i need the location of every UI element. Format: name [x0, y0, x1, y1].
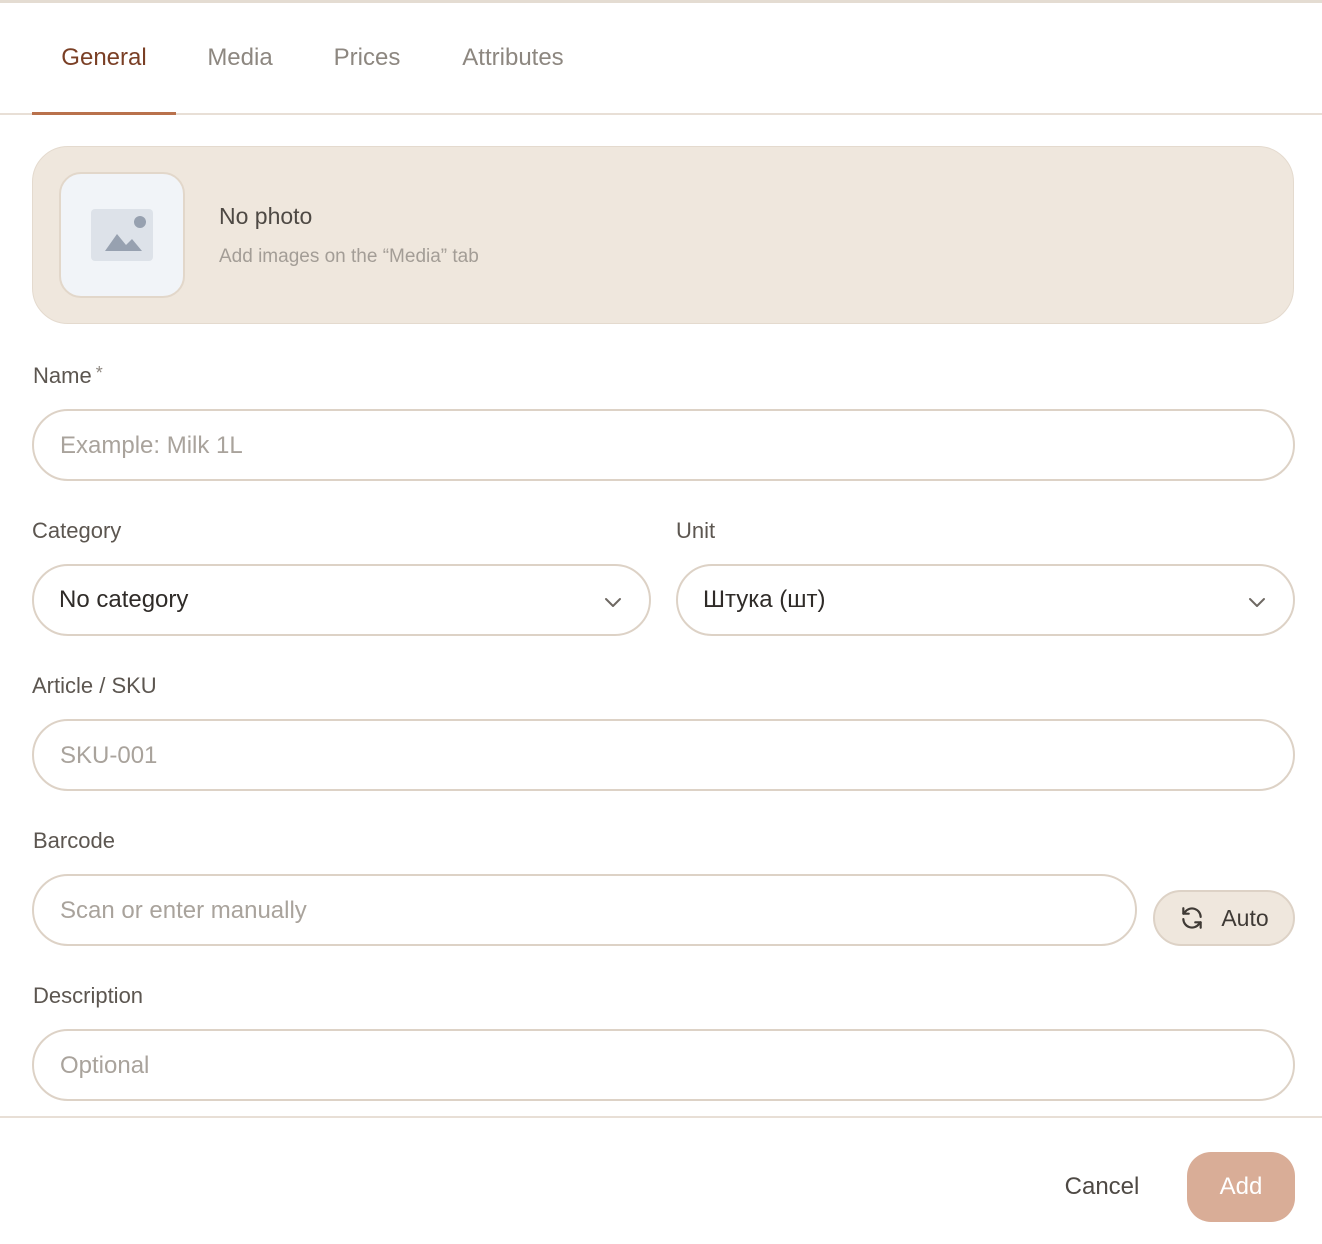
auto-barcode-button[interactable]: Auto	[1153, 890, 1295, 946]
unit-label: Unit	[676, 518, 716, 543]
category-label: Category	[32, 518, 122, 543]
barcode-input[interactable]	[58, 876, 1115, 946]
description-field[interactable]	[32, 1029, 1295, 1101]
name-input[interactable]	[58, 411, 1273, 481]
category-select[interactable]: No category	[32, 564, 651, 636]
add-button[interactable]: Add	[1187, 1152, 1295, 1222]
photo-panel: No photo Add images on the “Media” tab	[32, 146, 1294, 324]
footer-divider	[0, 1116, 1322, 1118]
auto-button-label: Auto	[1221, 904, 1269, 931]
sku-input[interactable]	[58, 721, 1273, 791]
chevron-down-icon	[1249, 598, 1265, 607]
sku-field[interactable]	[32, 719, 1295, 791]
refresh-icon	[1182, 907, 1203, 929]
tab-media[interactable]: Media	[192, 3, 288, 113]
tab-attributes[interactable]: Attributes	[446, 3, 580, 113]
add-product-form: General Media Prices Attributes No photo…	[0, 0, 1322, 1244]
unit-select[interactable]: Штука (шт)	[676, 564, 1295, 636]
tab-general[interactable]: General	[32, 3, 176, 115]
tab-bar: General Media Prices Attributes	[0, 3, 1322, 115]
chevron-down-icon	[605, 598, 621, 607]
cancel-button[interactable]: Cancel	[1050, 1152, 1154, 1222]
required-mark: *	[95, 363, 103, 383]
photo-title: No photo	[219, 203, 313, 229]
description-input[interactable]	[58, 1031, 1273, 1101]
name-field[interactable]	[32, 409, 1295, 481]
name-label: Name *	[33, 363, 103, 389]
category-value: No category	[59, 586, 189, 613]
tab-prices[interactable]: Prices	[320, 3, 414, 113]
image-placeholder-icon	[91, 209, 153, 261]
barcode-label: Barcode	[33, 828, 115, 853]
sku-label: Article / SKU	[32, 673, 157, 698]
photo-thumbnail	[59, 172, 185, 298]
unit-value: Штука (шт)	[703, 586, 826, 613]
name-label-text: Name	[33, 363, 92, 388]
photo-subtitle: Add images on the “Media” tab	[219, 246, 479, 267]
barcode-field[interactable]	[32, 874, 1137, 946]
description-label: Description	[33, 983, 144, 1008]
